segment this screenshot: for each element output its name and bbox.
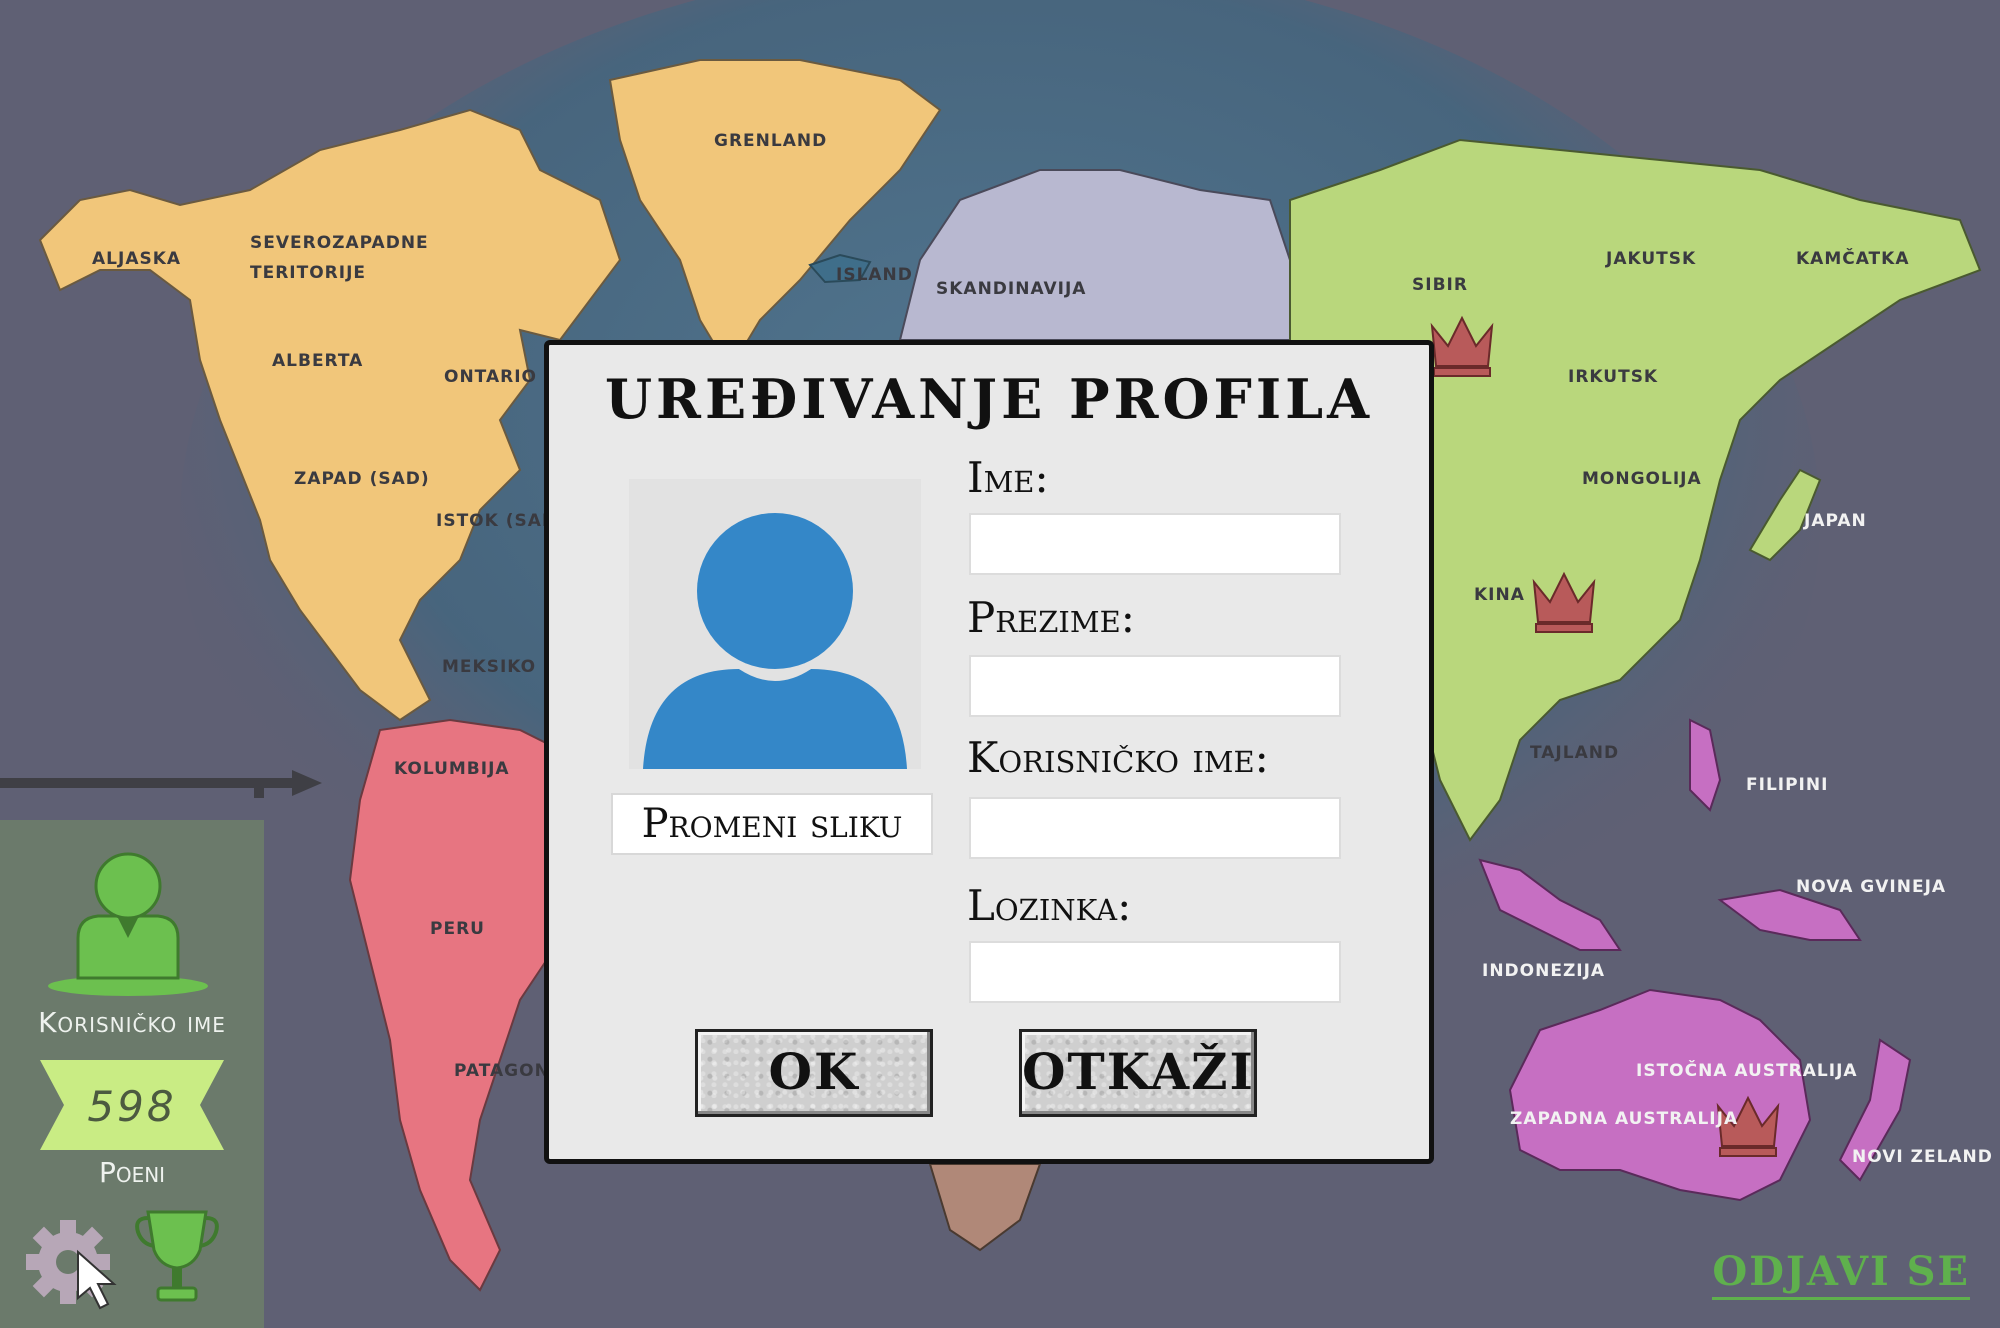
username-label: Korisničko ime: <box>967 733 1269 782</box>
label-zapadna-australija: ZAPADNA AUSTRALIJA <box>1510 1109 1738 1129</box>
label-sibir: SIBIR <box>1412 275 1468 295</box>
profile-edit-dialog: UREĐIVANJE PROFILA Promeni sliku Ime: Pr… <box>544 340 1434 1164</box>
change-photo-button[interactable]: Promeni sliku <box>611 793 933 855</box>
ok-button[interactable]: OK <box>695 1029 933 1117</box>
points-label: Poeni <box>98 1156 166 1189</box>
label-kolumbija: KOLUMBIJA <box>394 759 510 779</box>
user-avatar-icon <box>48 852 208 996</box>
label-meksiko: MEKSIKO <box>442 657 536 677</box>
label-japan: JAPAN <box>1803 511 1867 531</box>
label-jakutsk: JAKUTSK <box>1605 249 1696 269</box>
points-value: 598 <box>87 1082 177 1131</box>
side-username: Korisničko ime <box>38 1006 226 1039</box>
profile-photo <box>629 479 921 769</box>
label-tajland: TAJLAND <box>1530 743 1619 763</box>
label-novi-zeland: NOVI ZELAND <box>1852 1147 1993 1167</box>
label-ontario: ONTARIO <box>444 367 537 387</box>
first-name-label: Ime: <box>967 453 1049 502</box>
trophy-icon[interactable] <box>134 1206 220 1306</box>
panel-rod <box>0 770 322 798</box>
settings-gear-icon[interactable] <box>22 1218 130 1310</box>
logout-link[interactable]: ODJAVI SE <box>1712 1248 1970 1300</box>
label-nova-gvineja: NOVA GVINEJA <box>1796 877 1946 897</box>
label-kina: KINA <box>1474 585 1525 605</box>
label-alberta: ALBERTA <box>272 351 363 371</box>
label-indonezija: INDONEZIJA <box>1482 961 1605 981</box>
label-severozapadne: SEVEROZAPADNE <box>250 233 429 253</box>
password-input[interactable] <box>969 941 1341 1003</box>
label-grenland: GRENLAND <box>714 131 827 151</box>
password-label: Lozinka: <box>967 881 1132 930</box>
label-island: ISLAND <box>836 265 913 285</box>
last-name-input[interactable] <box>969 655 1341 717</box>
label-irkutsk: IRKUTSK <box>1568 367 1658 387</box>
cancel-button[interactable]: OTKAŽI <box>1019 1029 1257 1117</box>
last-name-label: Prezime: <box>967 593 1135 642</box>
label-teritorije: TERITORIJE <box>250 263 366 283</box>
username-input[interactable] <box>969 797 1341 859</box>
label-mongolija: MONGOLIJA <box>1582 469 1702 489</box>
label-aljaska: ALJASKA <box>92 249 181 269</box>
user-silhouette-icon <box>643 513 907 769</box>
label-skandinavija: SKANDINAVIJA <box>936 279 1086 299</box>
first-name-input[interactable] <box>969 513 1341 575</box>
dialog-title: UREĐIVANJE PROFILA <box>604 367 1374 431</box>
label-peru: PERU <box>430 919 485 939</box>
label-filipini: FILIPINI <box>1746 775 1828 795</box>
label-kamcatka: KAMČATKA <box>1796 247 1910 269</box>
label-zapad-sad: ZAPAD (SAD) <box>294 469 430 489</box>
label-istocna-australija: ISTOČNA AUSTRALIJA <box>1636 1059 1858 1081</box>
